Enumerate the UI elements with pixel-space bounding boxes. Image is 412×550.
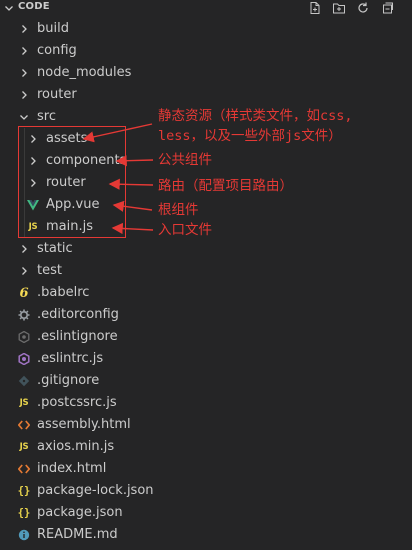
collapse-all-icon[interactable] — [380, 1, 394, 15]
chevron-down-icon — [18, 106, 30, 128]
tree-item-label: build — [37, 21, 69, 36]
tree-item-gitignore[interactable]: .gitignore — [0, 370, 412, 392]
annotation-app: 根组件 — [158, 202, 199, 218]
tree-item-axios-min-js[interactable]: JS axios.min.js — [0, 436, 412, 458]
annotation-router: 路由（配置项目路由） — [158, 178, 293, 194]
chevron-right-icon — [18, 62, 30, 84]
tree-item-index-html[interactable]: index.html — [0, 458, 412, 480]
tree-item-label: package-lock.json — [37, 483, 154, 498]
tree-item-label: router — [37, 87, 77, 102]
html-file-icon — [18, 458, 30, 480]
html-file-icon — [18, 414, 30, 436]
tree-item-router[interactable]: router — [0, 84, 412, 106]
tree-item-eslintignore[interactable]: .eslintignore — [0, 326, 412, 348]
tree-item-node-modules[interactable]: node_modules — [0, 62, 412, 84]
gear-icon — [18, 304, 30, 326]
git-icon — [18, 370, 30, 392]
explorer-header: CODE — [0, 0, 412, 16]
tree-item-label: index.html — [37, 461, 107, 476]
explorer-title: CODE — [18, 1, 50, 12]
tree-item-assembly-html[interactable]: assembly.html — [0, 414, 412, 436]
new-file-icon[interactable] — [308, 1, 322, 15]
js-file-icon: JS — [19, 442, 29, 452]
tree-item-readme-md[interactable]: README.md — [0, 524, 412, 546]
new-folder-icon[interactable] — [332, 1, 346, 15]
tree-item-label: README.md — [37, 527, 118, 542]
tree-item-label: package.json — [37, 505, 123, 520]
tree-item-label: .babelrc — [37, 285, 90, 300]
tree-item-label: .eslintignore — [37, 329, 118, 344]
chevron-down-icon[interactable] — [4, 0, 14, 16]
tree-item-test[interactable]: test — [0, 260, 412, 282]
explorer-actions — [308, 0, 394, 16]
tree-item-eslintrc-js[interactable]: .eslintrc.js — [0, 348, 412, 370]
annotation-components: 公共组件 — [158, 152, 212, 168]
info-icon — [18, 524, 30, 546]
tree-item-build[interactable]: build — [0, 18, 412, 40]
chevron-right-icon — [18, 260, 30, 282]
tree-item-label: .editorconfig — [37, 307, 119, 322]
tree-item-label: .gitignore — [37, 373, 100, 388]
js-file-icon: JS — [19, 398, 29, 408]
tree-item-label: src — [37, 109, 56, 124]
eslint-icon — [18, 348, 30, 370]
json-file-icon: {} — [17, 485, 31, 497]
annotation-assets-line2: less，以及一些外部js文件） — [158, 128, 342, 144]
tree-item-label: node_modules — [37, 65, 132, 80]
tree-item-postcssrc-js[interactable]: JS .postcssrc.js — [0, 392, 412, 414]
chevron-right-icon — [18, 238, 30, 260]
tree-item-label: static — [37, 241, 73, 256]
tree-item-label: config — [37, 43, 77, 58]
tree-item-label: .eslintrc.js — [37, 351, 104, 366]
chevron-right-icon — [18, 84, 30, 106]
tree-item-label: axios.min.js — [37, 439, 115, 454]
tree-item-static[interactable]: static — [0, 238, 412, 260]
babel-icon: 6 — [19, 285, 29, 301]
src-highlight-box — [18, 126, 126, 238]
tree-item-config[interactable]: config — [0, 40, 412, 62]
chevron-right-icon — [18, 18, 30, 40]
tree-item-label: assembly.html — [37, 417, 131, 432]
tree-item-editorconfig[interactable]: .editorconfig — [0, 304, 412, 326]
chevron-right-icon — [18, 40, 30, 62]
annotation-assets-line1: 静态资源（样式类文件，如css, — [158, 108, 353, 124]
tree-item-label: .postcssrc.js — [37, 395, 117, 410]
eslint-icon — [18, 326, 30, 348]
json-file-icon: {} — [17, 507, 31, 519]
annotation-main: 入口文件 — [158, 222, 212, 238]
tree-item-package-json[interactable]: {} package.json — [0, 502, 412, 524]
tree-item-label: test — [37, 263, 62, 278]
tree-item-babelrc[interactable]: 6 .babelrc — [0, 282, 412, 304]
refresh-icon[interactable] — [356, 1, 370, 15]
tree-item-package-lock-json[interactable]: {} package-lock.json — [0, 480, 412, 502]
